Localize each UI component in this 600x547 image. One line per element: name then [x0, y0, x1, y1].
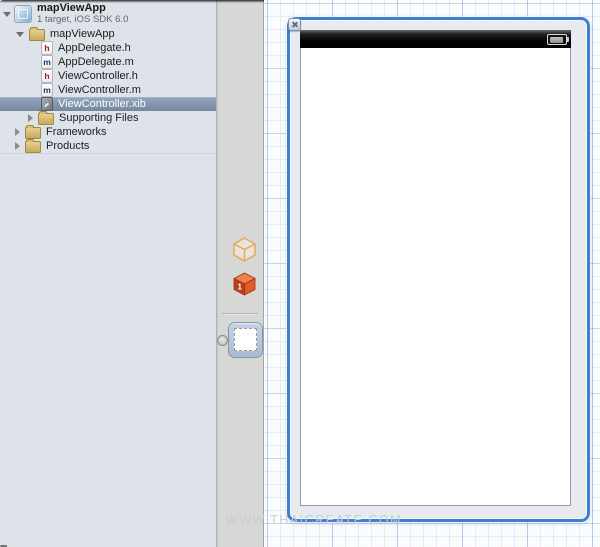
- folder-icon: [25, 124, 41, 139]
- navigator-group-products[interactable]: Products: [0, 138, 216, 153]
- navigator-group-supporting-files[interactable]: Supporting Files: [0, 110, 216, 125]
- view-object-icon: [234, 328, 257, 351]
- ib-objects-dock: 1: [217, 0, 264, 547]
- files-owner-icon[interactable]: [231, 236, 258, 263]
- disclosure-right-icon[interactable]: [28, 114, 33, 122]
- disclosure-down-icon[interactable]: [16, 31, 24, 37]
- header-file-icon: h: [41, 69, 53, 83]
- ib-canvas[interactable]: [264, 0, 600, 547]
- xib-file-icon: [41, 97, 53, 111]
- header-file-icon: h: [41, 41, 53, 55]
- disclosure-down-icon[interactable]: [3, 11, 11, 17]
- navigator-file-viewcontroller-xib[interactable]: ViewController.xib: [0, 97, 216, 111]
- folder-icon: [25, 138, 41, 153]
- impl-file-icon: m: [41, 55, 53, 69]
- project-subtitle: 1 target, iOS SDK 6.0: [37, 13, 129, 25]
- view-object-tile[interactable]: [228, 322, 263, 358]
- dock-divider: [222, 313, 258, 314]
- navigator-file-appdelegate-m[interactable]: m AppDelegate.m: [0, 55, 216, 69]
- project-navigator: mapViewApp 1 target, iOS SDK 6.0 mapView…: [0, 0, 217, 547]
- project-row[interactable]: mapViewApp 1 target, iOS SDK 6.0: [0, 1, 216, 27]
- navigator-list: mapViewApp h AppDelegate.h m AppDelegate…: [0, 26, 216, 154]
- navigator-file-viewcontroller-m[interactable]: m ViewController.m: [0, 83, 216, 97]
- status-bar: [300, 30, 571, 48]
- first-responder-icon[interactable]: 1: [231, 270, 258, 297]
- disclosure-right-icon[interactable]: [15, 142, 20, 150]
- navigator-file-appdelegate-h[interactable]: h AppDelegate.h: [0, 41, 216, 55]
- view-connection-knob[interactable]: [217, 335, 228, 346]
- xcode-window: mapViewApp 1 target, iOS SDK 6.0 mapView…: [0, 0, 600, 547]
- navigator-file-viewcontroller-h[interactable]: h ViewController.h: [0, 69, 216, 83]
- xcode-project-icon: [14, 5, 32, 23]
- folder-icon: [38, 110, 54, 125]
- iphone-view[interactable]: [300, 30, 571, 506]
- battery-icon: [547, 34, 569, 45]
- view-editor-window[interactable]: [287, 17, 590, 522]
- folder-icon: [29, 26, 45, 41]
- navigator-group-mapviewapp[interactable]: mapViewApp: [0, 26, 216, 41]
- disclosure-right-icon[interactable]: [15, 128, 20, 136]
- root-view[interactable]: [300, 48, 571, 506]
- impl-file-icon: m: [41, 83, 53, 97]
- svg-text:1: 1: [238, 283, 243, 292]
- navigator-group-frameworks[interactable]: Frameworks: [0, 124, 216, 139]
